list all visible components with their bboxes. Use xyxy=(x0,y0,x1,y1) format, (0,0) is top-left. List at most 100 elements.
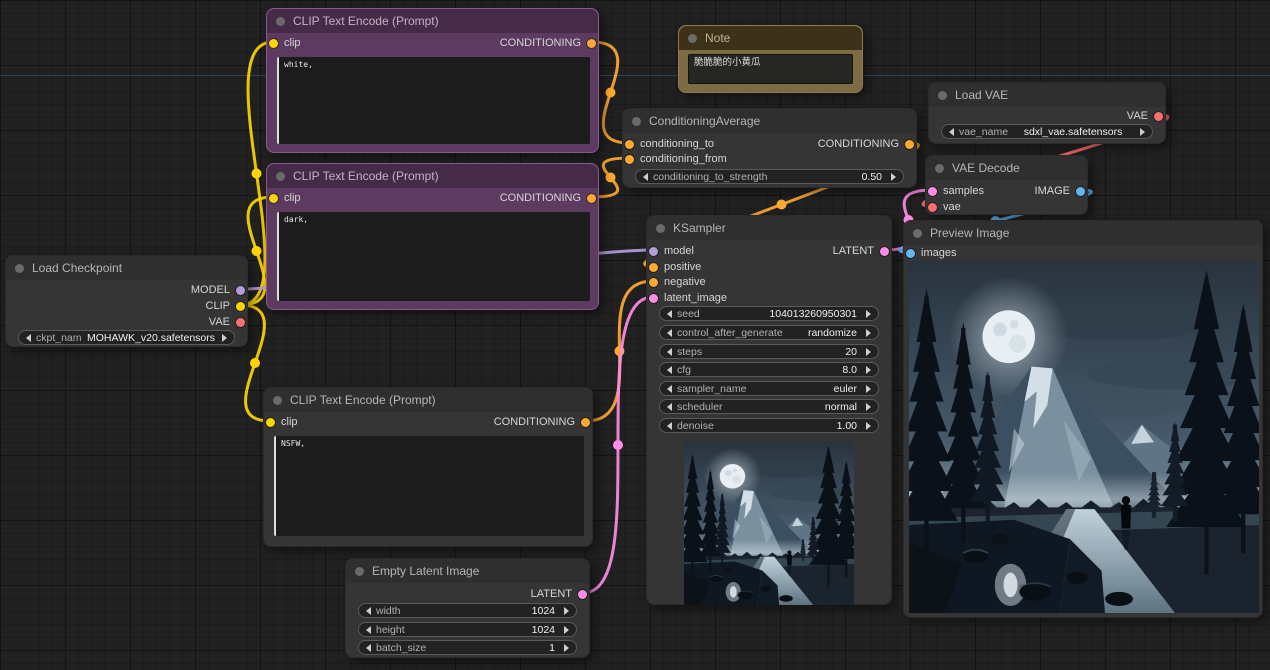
widget-height[interactable]: height 1024 xyxy=(358,622,577,637)
note-textarea[interactable]: 脆脆脆的小黄瓜 xyxy=(688,54,853,84)
increment-arrow-icon[interactable] xyxy=(866,348,871,356)
node-clip-text-encode-1[interactable]: CLIP Text Encode (Prompt) clip CONDITION… xyxy=(266,8,599,153)
node-header[interactable]: Note xyxy=(679,26,862,50)
collapse-dot-icon[interactable] xyxy=(276,172,285,181)
conditioning-port-dot[interactable] xyxy=(587,39,596,48)
clip-port-dot[interactable] xyxy=(269,194,278,203)
vae-port-dot[interactable] xyxy=(928,203,937,212)
conditioning-port-dot[interactable] xyxy=(649,278,658,287)
node-header[interactable]: KSampler xyxy=(647,216,891,240)
conditioning-port-dot[interactable] xyxy=(649,263,658,272)
increment-arrow-icon[interactable] xyxy=(866,366,871,374)
decrement-arrow-icon[interactable] xyxy=(667,403,672,411)
latent-port-dot[interactable] xyxy=(649,294,658,303)
increment-arrow-icon[interactable] xyxy=(866,403,871,411)
widget-batch-size[interactable]: batch_size 1 xyxy=(358,640,577,655)
node-note[interactable]: Note 脆脆脆的小黄瓜 xyxy=(678,25,863,93)
node-header[interactable]: Empty Latent Image xyxy=(346,559,589,583)
decrement-arrow-icon[interactable] xyxy=(667,310,672,318)
node-header[interactable]: CLIP Text Encode (Prompt) xyxy=(267,164,598,188)
increment-arrow-icon[interactable] xyxy=(866,422,871,430)
collapse-dot-icon[interactable] xyxy=(913,229,922,238)
collapse-dot-icon[interactable] xyxy=(355,567,364,576)
node-header[interactable]: CLIP Text Encode (Prompt) xyxy=(264,388,592,412)
decrement-arrow-icon[interactable] xyxy=(667,348,672,356)
decrement-arrow-icon[interactable] xyxy=(366,626,371,634)
conditioning-port-dot[interactable] xyxy=(905,140,914,149)
widget-width[interactable]: width 1024 xyxy=(358,603,577,618)
widget-seed[interactable]: seed 104013260950301 xyxy=(659,306,879,321)
prompt-textarea[interactable]: white, xyxy=(277,57,590,144)
model-port-dot[interactable] xyxy=(236,286,245,295)
node-clip-text-encode-3[interactable]: CLIP Text Encode (Prompt) clip CONDITION… xyxy=(263,387,593,547)
widget-vae-name[interactable]: vae_name sdxl_vae.safetensors xyxy=(941,124,1153,139)
model-port-dot[interactable] xyxy=(649,247,658,256)
conditioning-port-dot[interactable] xyxy=(587,194,596,203)
node-empty-latent-image[interactable]: Empty Latent Image LATENT width 1024 hei… xyxy=(345,558,590,658)
increment-arrow-icon[interactable] xyxy=(1140,128,1145,136)
node-header[interactable]: Load Checkpoint xyxy=(6,256,247,280)
node-header[interactable]: CLIP Text Encode (Prompt) xyxy=(267,9,598,33)
widget-scheduler[interactable]: scheduler normal xyxy=(659,399,879,414)
image-port-dot[interactable] xyxy=(906,249,915,258)
conditioning-port-dot[interactable] xyxy=(581,418,590,427)
decrement-arrow-icon[interactable] xyxy=(366,644,371,652)
latent-port-dot[interactable] xyxy=(928,187,937,196)
decrement-arrow-icon[interactable] xyxy=(949,128,954,136)
increment-arrow-icon[interactable] xyxy=(891,173,896,181)
conditioning-port-dot[interactable] xyxy=(625,140,634,149)
collapse-dot-icon[interactable] xyxy=(15,264,24,273)
decrement-arrow-icon[interactable] xyxy=(667,329,672,337)
increment-arrow-icon[interactable] xyxy=(866,310,871,318)
conditioning-port-dot[interactable] xyxy=(625,155,634,164)
increment-arrow-icon[interactable] xyxy=(866,329,871,337)
image-port-dot[interactable] xyxy=(1076,187,1085,196)
node-ksampler[interactable]: KSampler model positive negative latent_… xyxy=(646,215,892,605)
node-conditioning-average[interactable]: ConditioningAverage conditioning_to cond… xyxy=(622,108,917,188)
node-header[interactable]: VAE Decode xyxy=(926,156,1087,180)
collapse-dot-icon[interactable] xyxy=(276,17,285,26)
node-header[interactable]: Load VAE xyxy=(929,83,1165,107)
node-clip-text-encode-2[interactable]: CLIP Text Encode (Prompt) clip CONDITION… xyxy=(266,163,599,310)
widget-conditioning-to-strength[interactable]: conditioning_to_strength 0.50 xyxy=(635,169,904,184)
collapse-dot-icon[interactable] xyxy=(632,117,641,126)
widget-control-after-generate[interactable]: control_after_generate randomize xyxy=(659,325,879,340)
node-vae-decode[interactable]: VAE Decode samples vae IMAGE xyxy=(925,155,1088,215)
decrement-arrow-icon[interactable] xyxy=(667,366,672,374)
decrement-arrow-icon[interactable] xyxy=(366,607,371,615)
node-preview-image[interactable]: Preview Image images xyxy=(903,220,1263,618)
vae-port-dot[interactable] xyxy=(1154,112,1163,121)
collapse-dot-icon[interactable] xyxy=(656,224,665,233)
clip-port-dot[interactable] xyxy=(236,302,245,311)
node-load-vae[interactable]: Load VAE VAE vae_name sdxl_vae.safetenso… xyxy=(928,82,1166,144)
decrement-arrow-icon[interactable] xyxy=(667,385,672,393)
widget-cfg[interactable]: cfg 8.0 xyxy=(659,362,879,377)
node-header[interactable]: ConditioningAverage xyxy=(623,109,916,133)
collapse-dot-icon[interactable] xyxy=(688,34,697,43)
clip-port-dot[interactable] xyxy=(269,39,278,48)
decrement-arrow-icon[interactable] xyxy=(26,334,31,342)
decrement-arrow-icon[interactable] xyxy=(643,173,648,181)
prompt-textarea[interactable]: NSFW, xyxy=(274,436,584,536)
graph-canvas[interactable]: CLIP Text Encode (Prompt) clip CONDITION… xyxy=(0,0,1270,670)
increment-arrow-icon[interactable] xyxy=(564,626,569,634)
widget-sampler-name[interactable]: sampler_name euler xyxy=(659,381,879,396)
prompt-textarea[interactable]: dark, xyxy=(277,212,590,301)
widget-ckpt-name[interactable]: ckpt_name MOHAWK_v20.safetensors xyxy=(18,330,235,345)
increment-arrow-icon[interactable] xyxy=(564,644,569,652)
widget-steps[interactable]: steps 20 xyxy=(659,344,879,359)
collapse-dot-icon[interactable] xyxy=(938,91,947,100)
increment-arrow-icon[interactable] xyxy=(866,385,871,393)
increment-arrow-icon[interactable] xyxy=(564,607,569,615)
clip-port-dot[interactable] xyxy=(266,418,275,427)
latent-port-dot[interactable] xyxy=(880,247,889,256)
collapse-dot-icon[interactable] xyxy=(273,396,282,405)
decrement-arrow-icon[interactable] xyxy=(667,422,672,430)
node-header[interactable]: Preview Image xyxy=(904,221,1262,245)
vae-port-dot[interactable] xyxy=(236,318,245,327)
increment-arrow-icon[interactable] xyxy=(222,334,227,342)
collapse-dot-icon[interactable] xyxy=(935,164,944,173)
widget-denoise[interactable]: denoise 1.00 xyxy=(659,418,879,433)
node-load-checkpoint[interactable]: Load Checkpoint MODEL CLIP VAE ckpt_name… xyxy=(5,255,248,347)
latent-port-dot[interactable] xyxy=(578,590,587,599)
